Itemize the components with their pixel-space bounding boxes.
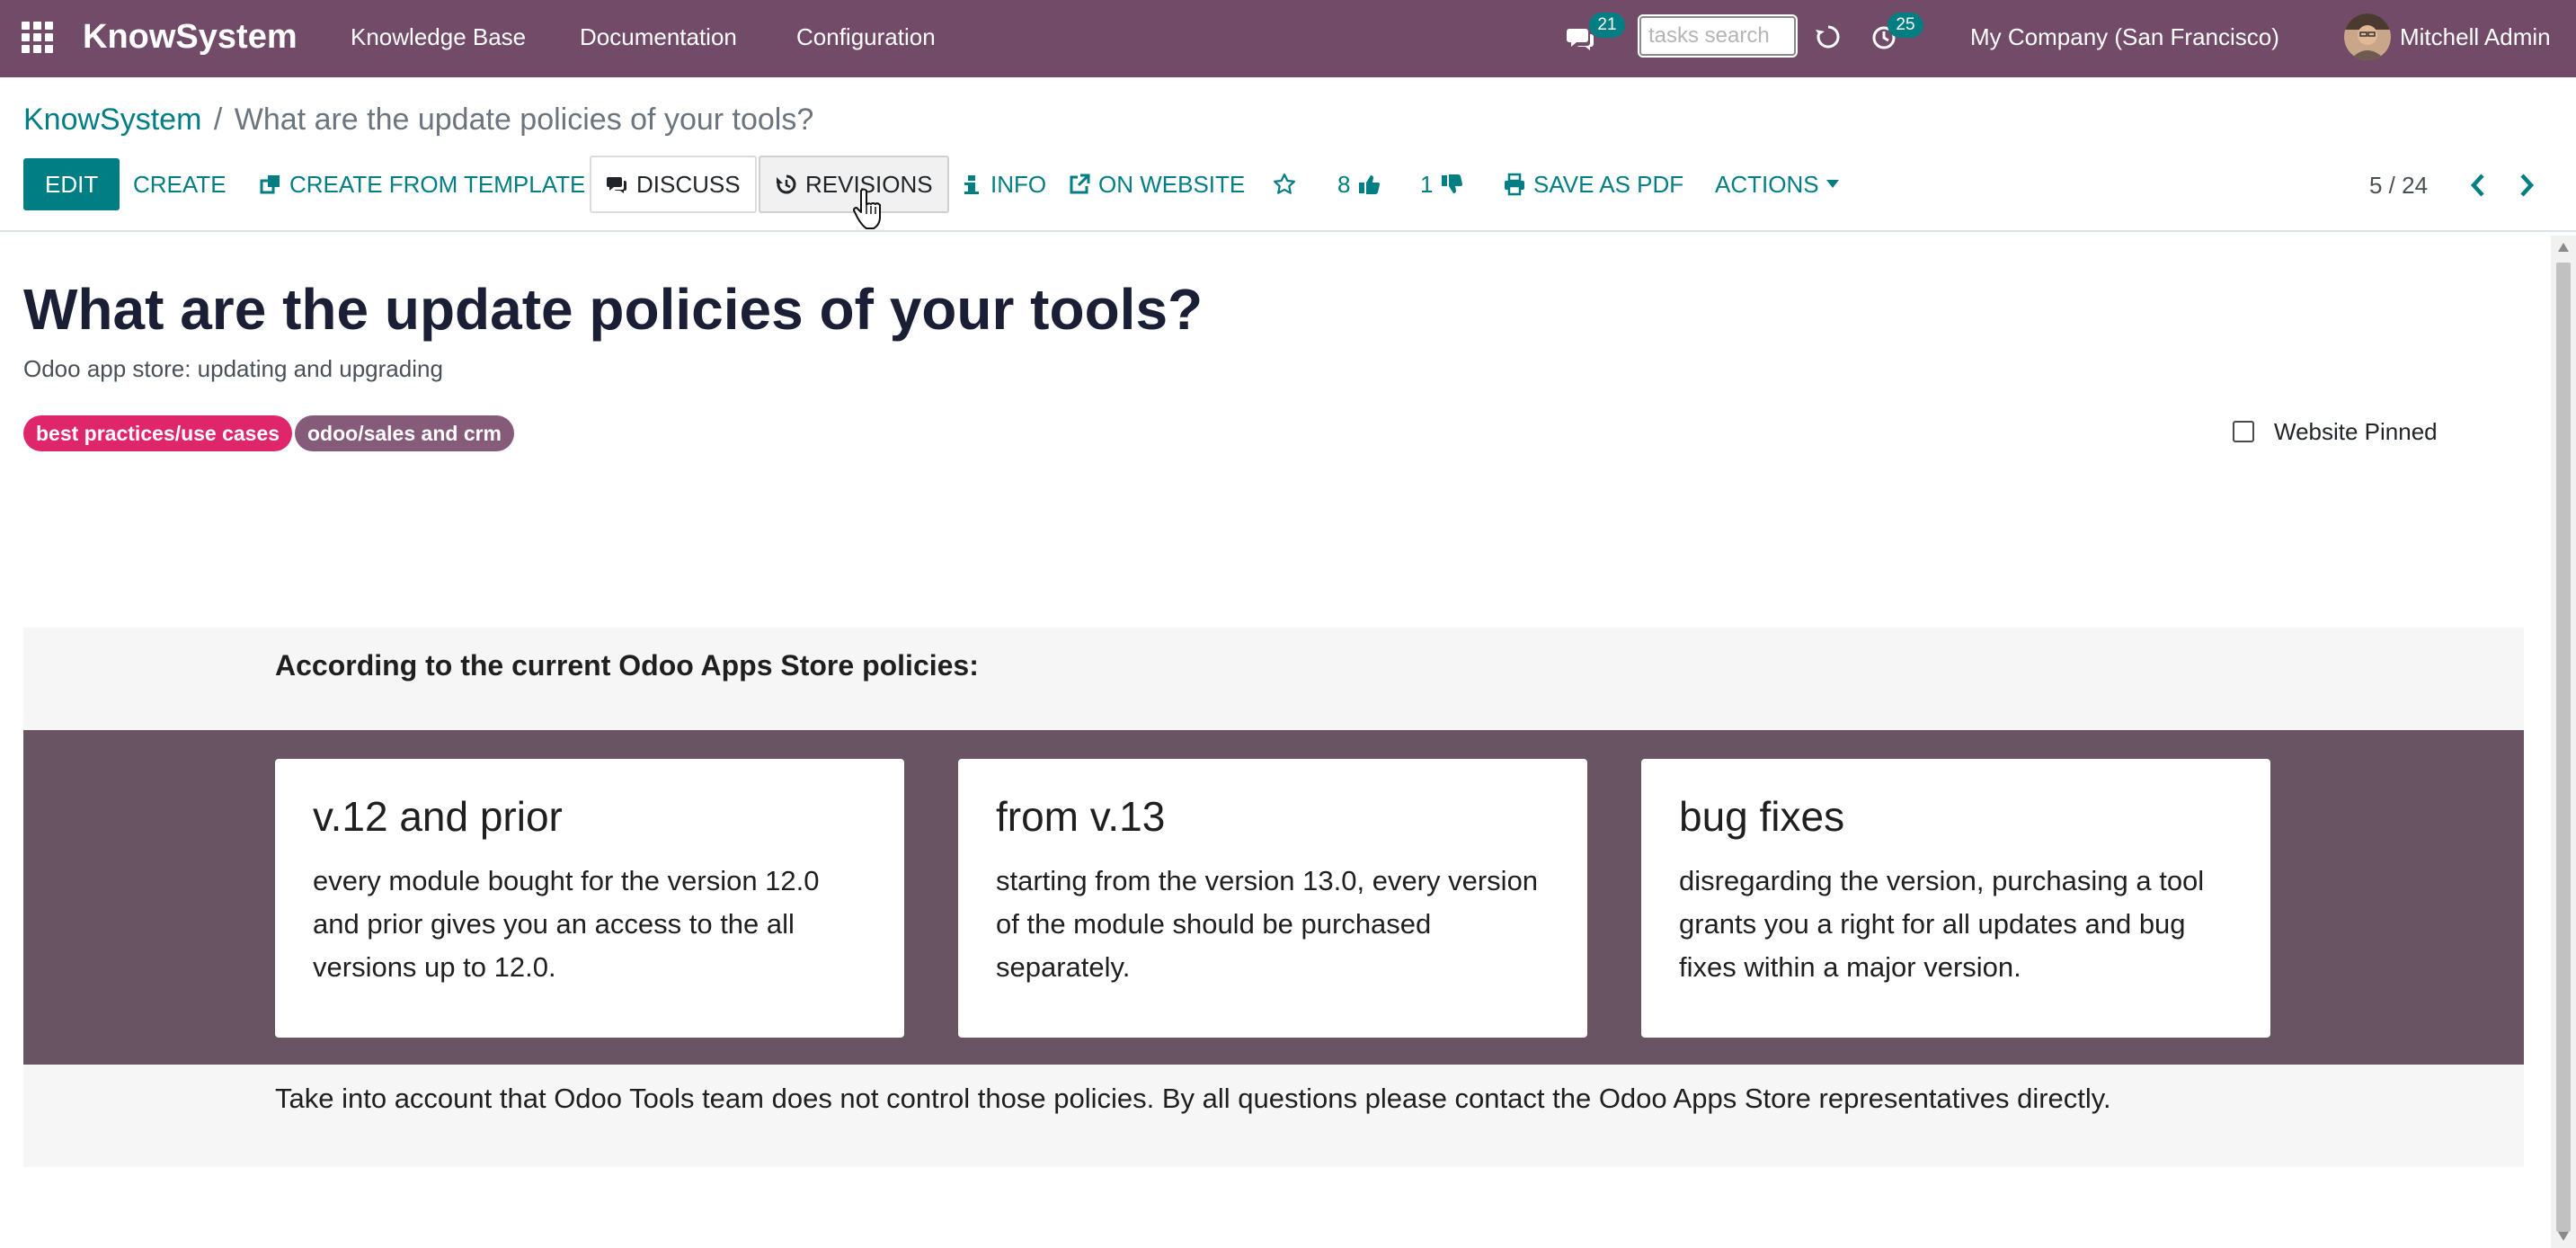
breadcrumb: KnowSystem / What are the update policie… (23, 101, 813, 138)
policy-card-text: starting from the version 13.0, every ve… (996, 865, 1539, 983)
menu-configuration[interactable]: Configuration (796, 22, 936, 51)
likes-count: 8 (1337, 171, 1351, 198)
like-button[interactable]: 8 (1337, 158, 1381, 210)
breadcrumb-separator: / (213, 103, 223, 137)
comments-icon (607, 177, 626, 193)
user-menu[interactable]: Mitchell Admin (2400, 22, 2551, 51)
external-link-icon (1070, 174, 1090, 194)
thumbs-up-icon (1359, 175, 1381, 194)
content-scrollbar[interactable] (2551, 236, 2576, 1248)
discuss-label: DISCUSS (636, 171, 741, 198)
company-switcher[interactable]: My Company (San Francisco) (1970, 22, 2279, 51)
tag-badge[interactable]: odoo/sales and crm (295, 415, 515, 451)
clone-icon (260, 175, 280, 194)
pager-previous-button[interactable] (2465, 171, 2492, 200)
info-label: INFO (990, 171, 1047, 198)
on-website-label: ON WEBSITE (1098, 171, 1246, 198)
create-button[interactable]: CREATE (133, 158, 227, 210)
dislike-button[interactable]: 1 (1420, 158, 1463, 210)
thumbs-down-icon (1442, 174, 1463, 193)
print-icon (1505, 173, 1524, 196)
website-pinned-checkbox[interactable] (2233, 421, 2254, 442)
hand-cursor-icon (853, 188, 881, 229)
pager-next-button[interactable] (2513, 171, 2540, 200)
user-avatar[interactable] (2344, 13, 2391, 60)
policy-card: v.12 and prior every module bought for t… (275, 759, 904, 1038)
policy-card: bug fixes disregarding the version, purc… (1641, 759, 2270, 1038)
info-button[interactable]: INFO (960, 158, 1046, 210)
history-icon (777, 174, 796, 194)
create-from-template-button[interactable]: CREATE FROM TEMPLATE (259, 158, 585, 210)
policy-card: from v.13 starting from the version 13.0… (958, 759, 1587, 1038)
info-icon (964, 175, 979, 194)
control-panel-divider (0, 230, 2576, 232)
messages-count-badge: 21 (1589, 13, 1625, 38)
chevron-left-icon (2470, 174, 2484, 197)
discuss-button[interactable]: DISCUSS (590, 156, 757, 213)
apps-menu-icon[interactable] (22, 22, 54, 54)
policy-note: Take into account that Odoo Tools team d… (275, 1083, 2111, 1114)
breadcrumb-parent-link[interactable]: KnowSystem (23, 103, 201, 137)
policy-card-text: disregarding the version, purchasing a t… (1679, 865, 2205, 983)
edit-button[interactable]: EDIT (23, 158, 120, 210)
refresh-icon[interactable] (1814, 22, 1843, 52)
article-title: What are the update policies of your too… (23, 277, 1204, 342)
policy-card-title: from v.13 (996, 793, 1166, 840)
on-website-button[interactable]: ON WEBSITE (1068, 158, 1245, 210)
caret-down-icon (1825, 180, 1839, 188)
dislikes-count: 1 (1420, 171, 1434, 198)
article-subtitle: Odoo app store: updating and upgrading (23, 355, 443, 382)
star-icon (1274, 173, 1295, 194)
policy-card-text: every module bought for the version 12.0… (313, 865, 820, 983)
create-from-template-label: CREATE FROM TEMPLATE (289, 171, 586, 198)
breadcrumb-current: What are the update policies of your too… (234, 103, 814, 137)
activities-count-badge: 25 (1888, 13, 1923, 38)
tasks-search-input[interactable] (1638, 14, 1798, 58)
policy-intro: According to the current Odoo Apps Store… (275, 649, 979, 682)
app-name[interactable]: KnowSystem (83, 17, 298, 57)
scroll-down-icon[interactable] (2558, 1232, 2569, 1241)
scroll-up-icon[interactable] (2558, 243, 2569, 252)
favorite-star-button[interactable] (1273, 158, 1296, 210)
top-navbar: KnowSystem Knowledge Base Documentation … (0, 0, 2576, 77)
policy-cards-band: v.12 and prior every module bought for t… (23, 730, 2524, 1065)
scrollbar-thumb[interactable] (2556, 263, 2571, 1232)
save-as-pdf-label: SAVE AS PDF (1533, 171, 1684, 198)
policy-card-title: bug fixes (1679, 793, 1845, 840)
menu-documentation[interactable]: Documentation (580, 22, 737, 51)
policy-section: According to the current Odoo Apps Store… (23, 628, 2524, 1167)
tag-badge[interactable]: best practices/use cases (23, 415, 293, 451)
actions-label: ACTIONS (1715, 171, 1819, 198)
menu-knowledge-base[interactable]: Knowledge Base (351, 22, 526, 51)
save-as-pdf-button[interactable]: SAVE AS PDF (1503, 158, 1683, 210)
chevron-right-icon (2520, 174, 2535, 197)
policy-card-title: v.12 and prior (313, 793, 563, 840)
website-pinned-label: Website Pinned (2274, 418, 2438, 445)
pager-value[interactable]: 5 / 24 (2369, 171, 2428, 200)
actions-dropdown[interactable]: ACTIONS (1715, 158, 1839, 210)
